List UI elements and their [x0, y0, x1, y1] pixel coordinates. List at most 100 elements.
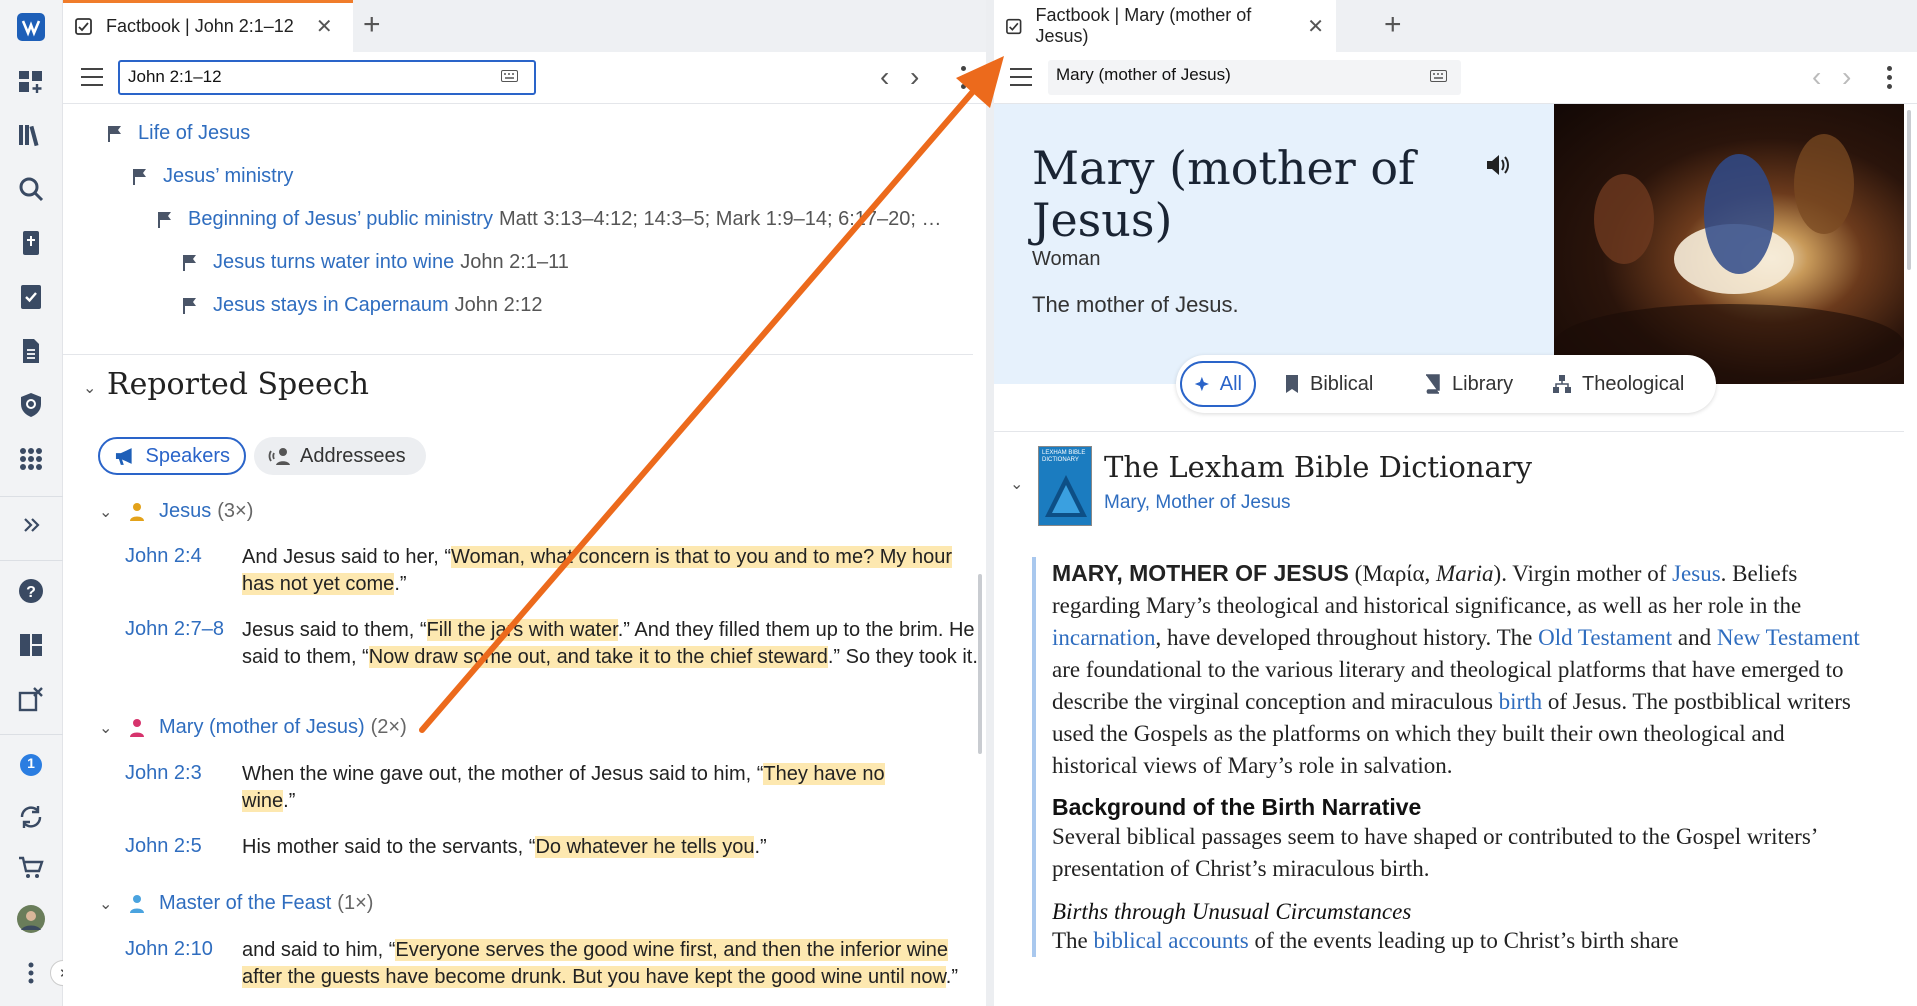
- link-incarnation[interactable]: incarnation: [1052, 625, 1155, 650]
- tab-title: Factbook | Mary (mother of Jesus): [1035, 5, 1252, 46]
- panel-more-icon[interactable]: [1887, 66, 1893, 93]
- speaker-collapse-icon[interactable]: ⌄: [99, 502, 112, 522]
- tab-label: Speakers: [145, 444, 231, 467]
- speaker-group-mary[interactable]: Mary (mother of Jesus) (2×): [129, 716, 407, 739]
- speaker-collapse-icon[interactable]: ⌄: [99, 894, 112, 914]
- outline-label[interactable]: Jesus stays in Capernaum: [213, 294, 449, 317]
- pronunciation-speaker-icon[interactable]: [1484, 152, 1510, 178]
- search-icon[interactable]: [14, 172, 48, 206]
- expand-rail-icon[interactable]: [14, 508, 48, 542]
- speaker-group-master-of-feast[interactable]: Master of the Feast (1×): [129, 892, 373, 915]
- person-icon: [130, 894, 144, 913]
- factbook-icon[interactable]: [14, 280, 48, 314]
- keyboard-icon[interactable]: [501, 70, 518, 82]
- speech-highlight[interactable]: Now draw some out, and take it to the ch…: [368, 646, 828, 668]
- section-divider: [994, 431, 1904, 432]
- add-panel-icon[interactable]: [14, 64, 48, 98]
- outline-label[interactable]: Jesus’ ministry: [163, 165, 293, 188]
- verse-ref[interactable]: John 2:4: [125, 545, 202, 568]
- factbook-panel-left: Factbook | John 2:1–12 ✕ + John 2:1–12 ‹…: [63, 0, 986, 1006]
- tab-addressees[interactable]: Addressees: [254, 437, 426, 475]
- sync-icon[interactable]: [14, 800, 48, 834]
- verse-ref[interactable]: John 2:10: [125, 938, 213, 961]
- bible-icon[interactable]: [14, 226, 48, 260]
- link-new-testament[interactable]: New Testament: [1717, 625, 1860, 650]
- forward-icon[interactable]: ›: [1842, 61, 1851, 93]
- add-tab-button[interactable]: +: [363, 8, 381, 42]
- filter-label: Library: [1452, 372, 1514, 395]
- back-icon[interactable]: ‹: [1812, 61, 1821, 93]
- verse-ref[interactable]: John 2:5: [125, 835, 202, 858]
- back-icon[interactable]: ‹: [880, 61, 889, 93]
- help-icon[interactable]: ?: [14, 574, 48, 608]
- link-biblical-accounts[interactable]: biblical accounts: [1094, 928, 1249, 953]
- logos-logo-icon[interactable]: [14, 10, 48, 44]
- scrollbar-thumb[interactable]: [1907, 110, 1911, 270]
- close-panels-icon[interactable]: [14, 682, 48, 716]
- outline-item[interactable]: Jesus’ ministry: [132, 165, 293, 188]
- reference-input[interactable]: John 2:1–12: [118, 60, 536, 95]
- nativity-painting-image[interactable]: [1554, 104, 1904, 384]
- article-paragraph: Several biblical passages seem to have s…: [1052, 824, 1817, 881]
- flag-icon: [183, 255, 196, 271]
- apps-grid-icon[interactable]: [14, 442, 48, 476]
- filter-all[interactable]: All: [1180, 361, 1256, 407]
- speaker-name[interactable]: Mary (mother of Jesus): [159, 716, 365, 739]
- tab-speakers[interactable]: Speakers: [98, 437, 246, 475]
- verse-ref[interactable]: John 2:3: [125, 762, 202, 785]
- forward-icon[interactable]: ›: [910, 61, 919, 93]
- speech-highlight[interactable]: Fill the jars with water: [426, 619, 618, 641]
- link-birth[interactable]: birth: [1499, 689, 1542, 714]
- link-old-testament[interactable]: Old Testament: [1538, 625, 1672, 650]
- filter-label: All: [1219, 372, 1242, 395]
- panel-more-icon[interactable]: [961, 66, 967, 93]
- tab-factbook-mary[interactable]: Factbook | Mary (mother of Jesus) ✕: [994, 0, 1336, 52]
- speaker-count: (2×): [370, 716, 407, 738]
- scrollbar-thumb[interactable]: [978, 574, 982, 754]
- close-tab-icon[interactable]: ✕: [1307, 14, 1324, 39]
- user-avatar[interactable]: [14, 902, 48, 936]
- verse-text: His mother said to the servants, “Do wha…: [242, 836, 767, 858]
- outline-item[interactable]: Life of Jesus: [107, 122, 250, 145]
- outline-item[interactable]: Beginning of Jesus’ public ministry Matt…: [157, 208, 942, 231]
- verse-shield-icon[interactable]: [14, 388, 48, 422]
- keyboard-icon[interactable]: [1430, 70, 1447, 82]
- outline-label[interactable]: Life of Jesus: [138, 122, 250, 145]
- verse-ref[interactable]: John 2:7–8: [125, 618, 224, 641]
- add-tab-button[interactable]: +: [1384, 8, 1402, 42]
- reference-input[interactable]: Mary (mother of Jesus): [1048, 60, 1461, 95]
- filter-biblical[interactable]: Biblical: [1272, 361, 1385, 407]
- outline-label[interactable]: Jesus turns water into wine: [213, 251, 454, 274]
- flag-icon: [108, 126, 121, 142]
- panel-menu-icon[interactable]: [1010, 68, 1032, 86]
- resource-article-link[interactable]: Mary, Mother of Jesus: [1104, 492, 1291, 514]
- article-paragraph: The biblical accounts of the events lead…: [1052, 928, 1679, 953]
- section-collapse-icon[interactable]: ⌄: [83, 378, 96, 398]
- panel-menu-icon[interactable]: [81, 68, 103, 86]
- more-vertical-icon[interactable]: [14, 956, 48, 990]
- speech-highlight[interactable]: Do whatever he tells you: [535, 836, 755, 858]
- close-tab-icon[interactable]: ✕: [316, 14, 333, 39]
- speaker-collapse-icon[interactable]: ⌄: [99, 718, 112, 738]
- library-icon[interactable]: [14, 118, 48, 152]
- book-cover-image[interactable]: LEXHAM BIBLE DICTIONARY: [1038, 446, 1092, 526]
- outline-item[interactable]: Jesus turns water into wine John 2:1–11: [182, 251, 569, 274]
- filter-library[interactable]: Library: [1412, 361, 1525, 407]
- layouts-icon[interactable]: [14, 628, 48, 662]
- speaker-group-jesus[interactable]: Jesus (3×): [129, 500, 253, 523]
- filter-theological[interactable]: Theological: [1540, 361, 1696, 407]
- tab-factbook-john[interactable]: Factbook | John 2:1–12 ✕: [63, 0, 353, 52]
- notifications-badge[interactable]: 1: [14, 748, 48, 782]
- resource-collapse-icon[interactable]: ⌄: [1010, 474, 1023, 494]
- cart-icon[interactable]: [14, 850, 48, 884]
- link-jesus[interactable]: Jesus: [1672, 561, 1721, 586]
- speaker-name[interactable]: Jesus: [159, 500, 211, 523]
- article-subheading: Births through Unusual Circumstances: [1052, 899, 1412, 924]
- panel-divider[interactable]: [986, 0, 994, 1006]
- outline-label[interactable]: Beginning of Jesus’ public ministry: [188, 208, 493, 231]
- documents-icon[interactable]: [14, 334, 48, 368]
- book-icon: [1426, 374, 1440, 394]
- resource-title[interactable]: The Lexham Bible Dictionary: [1104, 450, 1532, 484]
- outline-item[interactable]: Jesus stays in Capernaum John 2:12: [182, 294, 543, 317]
- speaker-name[interactable]: Master of the Feast: [159, 892, 331, 915]
